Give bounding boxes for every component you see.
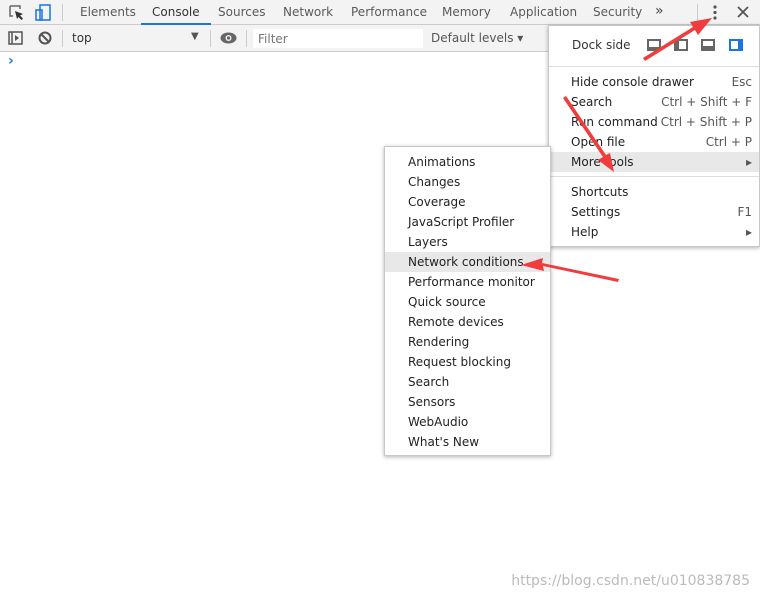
arrow-to-network-conditions <box>521 258 619 282</box>
arrow-to-more-tools <box>563 96 614 172</box>
watermark: https://blog.csdn.net/u010838785 <box>511 573 750 589</box>
annotation-arrows <box>521 18 712 282</box>
arrow-to-menu-button <box>643 18 712 61</box>
